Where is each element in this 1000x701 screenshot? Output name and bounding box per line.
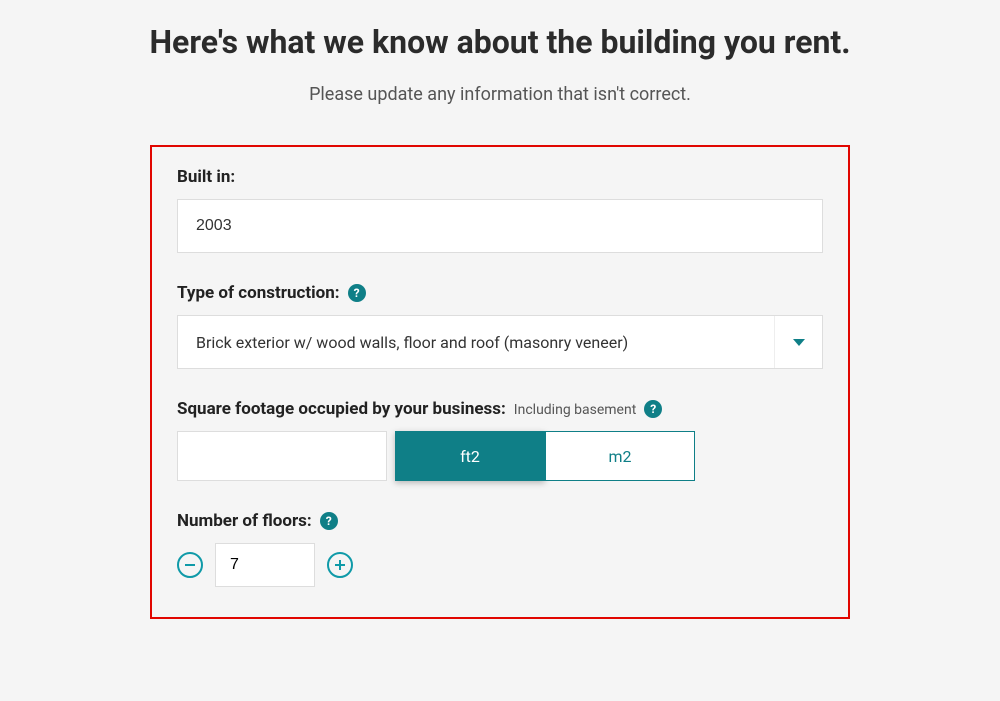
floors-input[interactable]: [215, 543, 315, 587]
floors-label: Number of floors:: [177, 511, 312, 531]
floors-decrement-button[interactable]: [177, 552, 203, 578]
field-construction: Type of construction: ? Brick exterior w…: [177, 283, 823, 369]
unit-m2-button[interactable]: m2: [545, 431, 695, 481]
sqft-hint: Including basement: [514, 402, 637, 418]
sqft-label: Square footage occupied by your business…: [177, 399, 506, 419]
built-in-input[interactable]: [177, 199, 823, 253]
field-floors: Number of floors: ?: [177, 511, 823, 587]
construction-select-caret[interactable]: [774, 316, 822, 368]
page-subtitle: Please update any information that isn't…: [0, 84, 1000, 105]
help-icon[interactable]: ?: [644, 400, 662, 418]
unit-ft2-button[interactable]: ft2: [395, 431, 545, 481]
floors-increment-button[interactable]: [327, 552, 353, 578]
sqft-input[interactable]: [177, 431, 387, 481]
minus-icon: [184, 559, 196, 571]
plus-icon: [334, 559, 346, 571]
built-in-label: Built in:: [177, 167, 235, 187]
field-built-in: Built in:: [177, 167, 823, 253]
construction-select[interactable]: Brick exterior w/ wood walls, floor and …: [177, 315, 823, 369]
help-icon[interactable]: ?: [348, 284, 366, 302]
construction-label: Type of construction:: [177, 283, 340, 303]
chevron-down-icon: [793, 339, 805, 346]
construction-select-value: Brick exterior w/ wood walls, floor and …: [178, 316, 774, 368]
help-icon[interactable]: ?: [320, 512, 338, 530]
page-title: Here's what we know about the building y…: [140, 22, 860, 62]
field-sqft: Square footage occupied by your business…: [177, 399, 823, 481]
building-form: Built in: Type of construction: ? Brick …: [150, 145, 850, 619]
